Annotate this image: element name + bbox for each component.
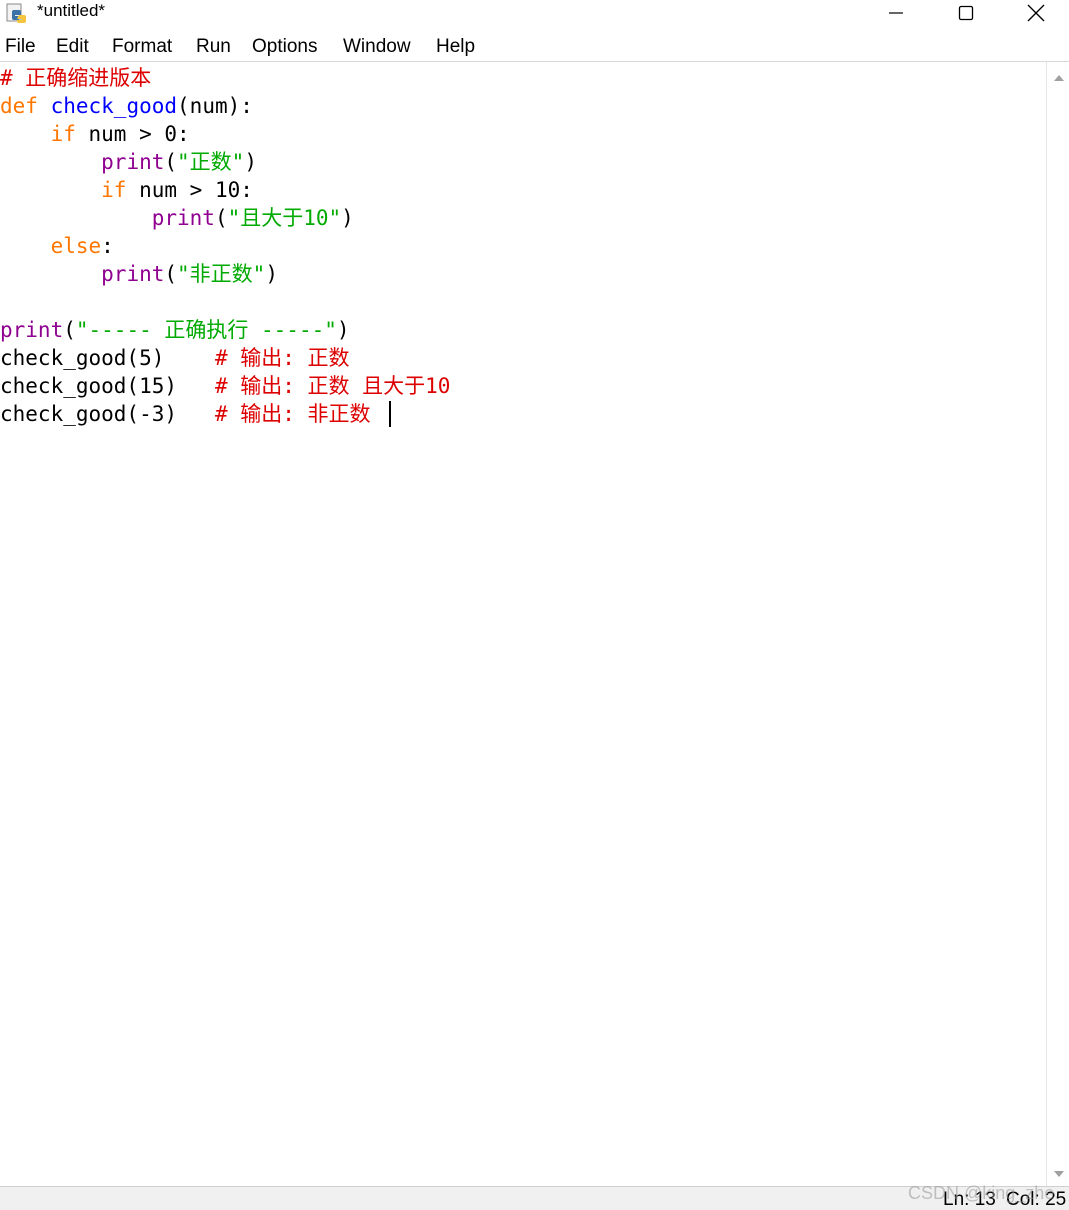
code-token: : — [101, 234, 114, 258]
code-token: check_good(5) — [0, 346, 215, 370]
code-line: check_good(-3) # 输出: 非正数 — [0, 400, 371, 428]
code-token: (num): — [177, 94, 253, 118]
code-token: print — [101, 262, 165, 286]
code-token: if — [101, 178, 127, 202]
minimize-icon — [888, 5, 904, 21]
code-line: check_good(15) # 输出: 正数 且大于10 — [0, 372, 450, 400]
code-token: # 正确缩进版本 — [0, 66, 152, 90]
code-token: else — [50, 234, 102, 258]
code-token: ) — [265, 262, 278, 286]
menu-bar: File Edit Format Run Options Window Help — [0, 32, 1069, 62]
code-token: ( — [214, 206, 228, 230]
code-token: "非正数" — [177, 262, 266, 286]
code-token: ) — [336, 318, 350, 342]
vertical-scrollbar[interactable] — [1046, 62, 1069, 1186]
code-token: ( — [164, 262, 178, 286]
code-token: "且大于10" — [227, 206, 342, 230]
menu-run[interactable]: Run — [196, 36, 231, 58]
code-token: # 输出: 正数 — [214, 346, 350, 370]
minimize-button[interactable] — [873, 0, 919, 26]
code-token: "正数" — [177, 150, 245, 174]
title-bar[interactable]: *untitled* — [0, 0, 1069, 32]
code-token: print — [151, 206, 215, 230]
close-button[interactable] — [1013, 0, 1059, 26]
code-token: check_good(-3) — [0, 402, 215, 426]
code-token: if — [50, 122, 76, 146]
code-token: ( — [63, 318, 76, 342]
code-line: def check_good(num): — [0, 92, 253, 120]
code-editor[interactable]: # 正确缩进版本 def check_good(num): if num > 0:… — [0, 62, 1045, 1186]
code-token: check_good — [50, 94, 178, 118]
code-token: def — [0, 94, 38, 118]
code-line: print("正数") — [0, 148, 257, 176]
menu-file[interactable]: File — [5, 36, 36, 58]
window-title: *untitled* — [37, 1, 106, 20]
scroll-down-arrow-icon — [1053, 1163, 1065, 1182]
code-line: print("且大于10") — [0, 204, 354, 232]
code-line: print("非正数") — [0, 260, 278, 288]
scroll-up-arrow-icon — [1053, 67, 1065, 86]
code-line: if num > 10: — [0, 176, 253, 204]
code-token: check_good(15) — [0, 374, 215, 398]
code-line: else: — [0, 232, 114, 260]
code-line: # 正确缩进版本 — [0, 64, 151, 92]
code-token: ) — [341, 206, 354, 230]
menu-edit[interactable]: Edit — [56, 36, 89, 58]
menu-options[interactable]: Options — [252, 36, 317, 58]
watermark: CSDN @king_zhe — [908, 1183, 1055, 1203]
code-token: ( — [164, 150, 178, 174]
code-token: print — [101, 150, 165, 174]
scroll-down-button[interactable] — [1047, 1162, 1069, 1182]
code-token: # 输出: 非正数 — [214, 402, 371, 426]
maximize-icon — [958, 5, 974, 21]
code-token: print — [0, 318, 64, 342]
code-token: num > 10: — [126, 178, 253, 202]
code-line: print("----- 正确执行 -----") — [0, 316, 350, 344]
python-idle-icon — [5, 2, 27, 24]
text-cursor — [389, 401, 391, 427]
maximize-button[interactable] — [943, 0, 989, 26]
menu-format[interactable]: Format — [112, 36, 172, 58]
menu-window[interactable]: Window — [343, 36, 411, 58]
scroll-up-button[interactable] — [1047, 66, 1069, 86]
code-token: num > 0: — [75, 122, 190, 146]
code-line: if num > 0: — [0, 120, 190, 148]
close-icon — [1027, 4, 1045, 22]
code-token: "----- 正确执行 -----" — [75, 318, 337, 342]
menu-help[interactable]: Help — [436, 36, 475, 58]
code-token: ) — [244, 150, 257, 174]
code-token: # 输出: 正数 且大于10 — [214, 374, 451, 398]
idle-editor-window: *untitled* File Edit Format Run Options … — [0, 0, 1069, 1210]
code-line: check_good(5) # 输出: 正数 — [0, 344, 350, 372]
